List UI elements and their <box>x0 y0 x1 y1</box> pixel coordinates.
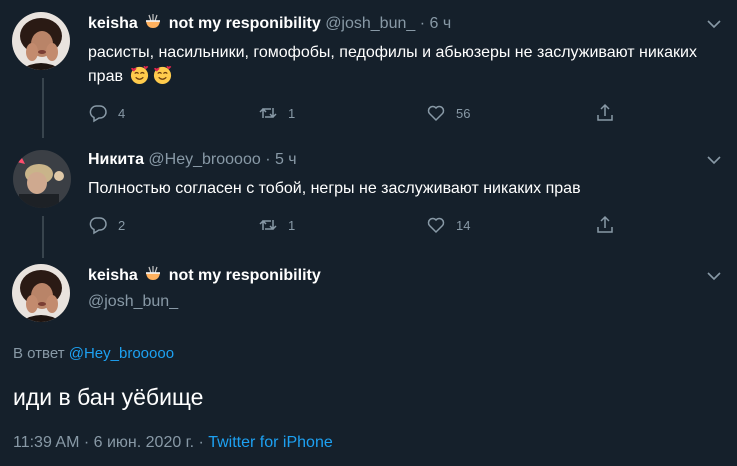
share-icon <box>597 215 613 233</box>
thread-line <box>42 78 44 138</box>
noodle-bowl-icon <box>146 266 161 280</box>
display-name[interactable]: keisha <box>88 267 138 284</box>
chevron-down-icon[interactable] <box>706 16 722 32</box>
avatar[interactable] <box>12 12 70 70</box>
user-handle[interactable]: @josh_bun_ <box>325 15 415 32</box>
chevron-down-icon[interactable] <box>706 152 722 168</box>
like-button[interactable]: 14 <box>426 214 470 236</box>
avatar[interactable] <box>13 150 71 208</box>
display-name-suffix: not my responibility <box>168 15 321 32</box>
noodle-bowl-icon <box>146 14 161 28</box>
reply-button[interactable]: 4 <box>88 102 125 124</box>
tweet-time[interactable]: · 5 ч <box>265 151 296 168</box>
smiling-face-with-hearts-icon <box>131 66 149 85</box>
focus-header: keisha not my responibility <box>88 266 321 285</box>
user-handle[interactable]: @josh_bun_ <box>88 293 178 311</box>
retweet-button[interactable]: 1 <box>258 102 295 124</box>
avatar[interactable] <box>12 264 70 322</box>
reply-count: 4 <box>118 105 126 121</box>
tweet-thread: keisha not my responibility @josh_bun_ ·… <box>0 0 737 466</box>
reply-to-link[interactable]: @Hey_brooooo <box>69 345 174 362</box>
tweet-1[interactable]: keisha not my responibility @josh_bun_ ·… <box>0 0 737 140</box>
replying-to: В ответ @Hey_brooooo <box>13 345 174 362</box>
retweet-icon <box>259 219 277 231</box>
tweet-text-content: расисты, насильники, гомофобы, педофилы … <box>88 44 697 85</box>
chevron-down-icon[interactable] <box>706 268 722 284</box>
tweet-text: расисты, насильники, гомофобы, педофилы … <box>88 42 728 88</box>
tweet-2[interactable]: Никита @Hey_brooooo · 5 ч Полностью согл… <box>0 140 737 260</box>
tweet-header: keisha not my responibility @josh_bun_ ·… <box>88 14 451 34</box>
focus-tweet-text: иди в бан уёбище <box>13 384 204 410</box>
share-button[interactable] <box>595 102 615 124</box>
tweet-actions: 2 1 14 <box>88 214 648 236</box>
display-name-suffix: not my responibility <box>168 267 321 284</box>
display-name[interactable]: keisha <box>88 15 138 32</box>
smiling-face-with-hearts-icon <box>154 66 172 85</box>
tweet-actions: 4 1 56 <box>88 102 648 124</box>
source-link[interactable]: Twitter for iPhone <box>208 434 333 451</box>
user-handle[interactable]: @Hey_brooooo <box>148 151 260 168</box>
tweet-text-content: Полностью согласен с тобой, негры не зас… <box>88 180 581 197</box>
thread-line <box>42 216 44 258</box>
reply-icon <box>89 217 107 235</box>
reply-icon <box>89 105 107 123</box>
tweet-text: Полностью согласен с тобой, негры не зас… <box>88 178 728 200</box>
share-button[interactable] <box>595 214 615 236</box>
share-icon <box>597 103 613 121</box>
heart-icon <box>427 217 445 234</box>
like-button[interactable]: 56 <box>426 102 470 124</box>
heart-icon <box>427 105 445 122</box>
like-count: 56 <box>456 105 471 121</box>
retweet-count: 1 <box>288 105 296 121</box>
tweet-time[interactable]: · 6 ч <box>420 15 451 32</box>
reply-prefix: В ответ <box>13 345 65 362</box>
like-count: 14 <box>456 217 471 233</box>
display-name[interactable]: Никита <box>88 151 144 168</box>
reply-button[interactable]: 2 <box>88 214 125 236</box>
timestamp[interactable]: 11:39 AM · 6 июн. 2020 г. · <box>13 434 204 451</box>
reply-count: 2 <box>118 217 126 233</box>
retweet-count: 1 <box>288 217 296 233</box>
tweet-meta: 11:39 AM · 6 июн. 2020 г. · Twitter for … <box>13 434 333 452</box>
retweet-button[interactable]: 1 <box>258 214 295 236</box>
retweet-icon <box>259 107 277 119</box>
tweet-header: Никита @Hey_brooooo · 5 ч <box>88 150 297 170</box>
